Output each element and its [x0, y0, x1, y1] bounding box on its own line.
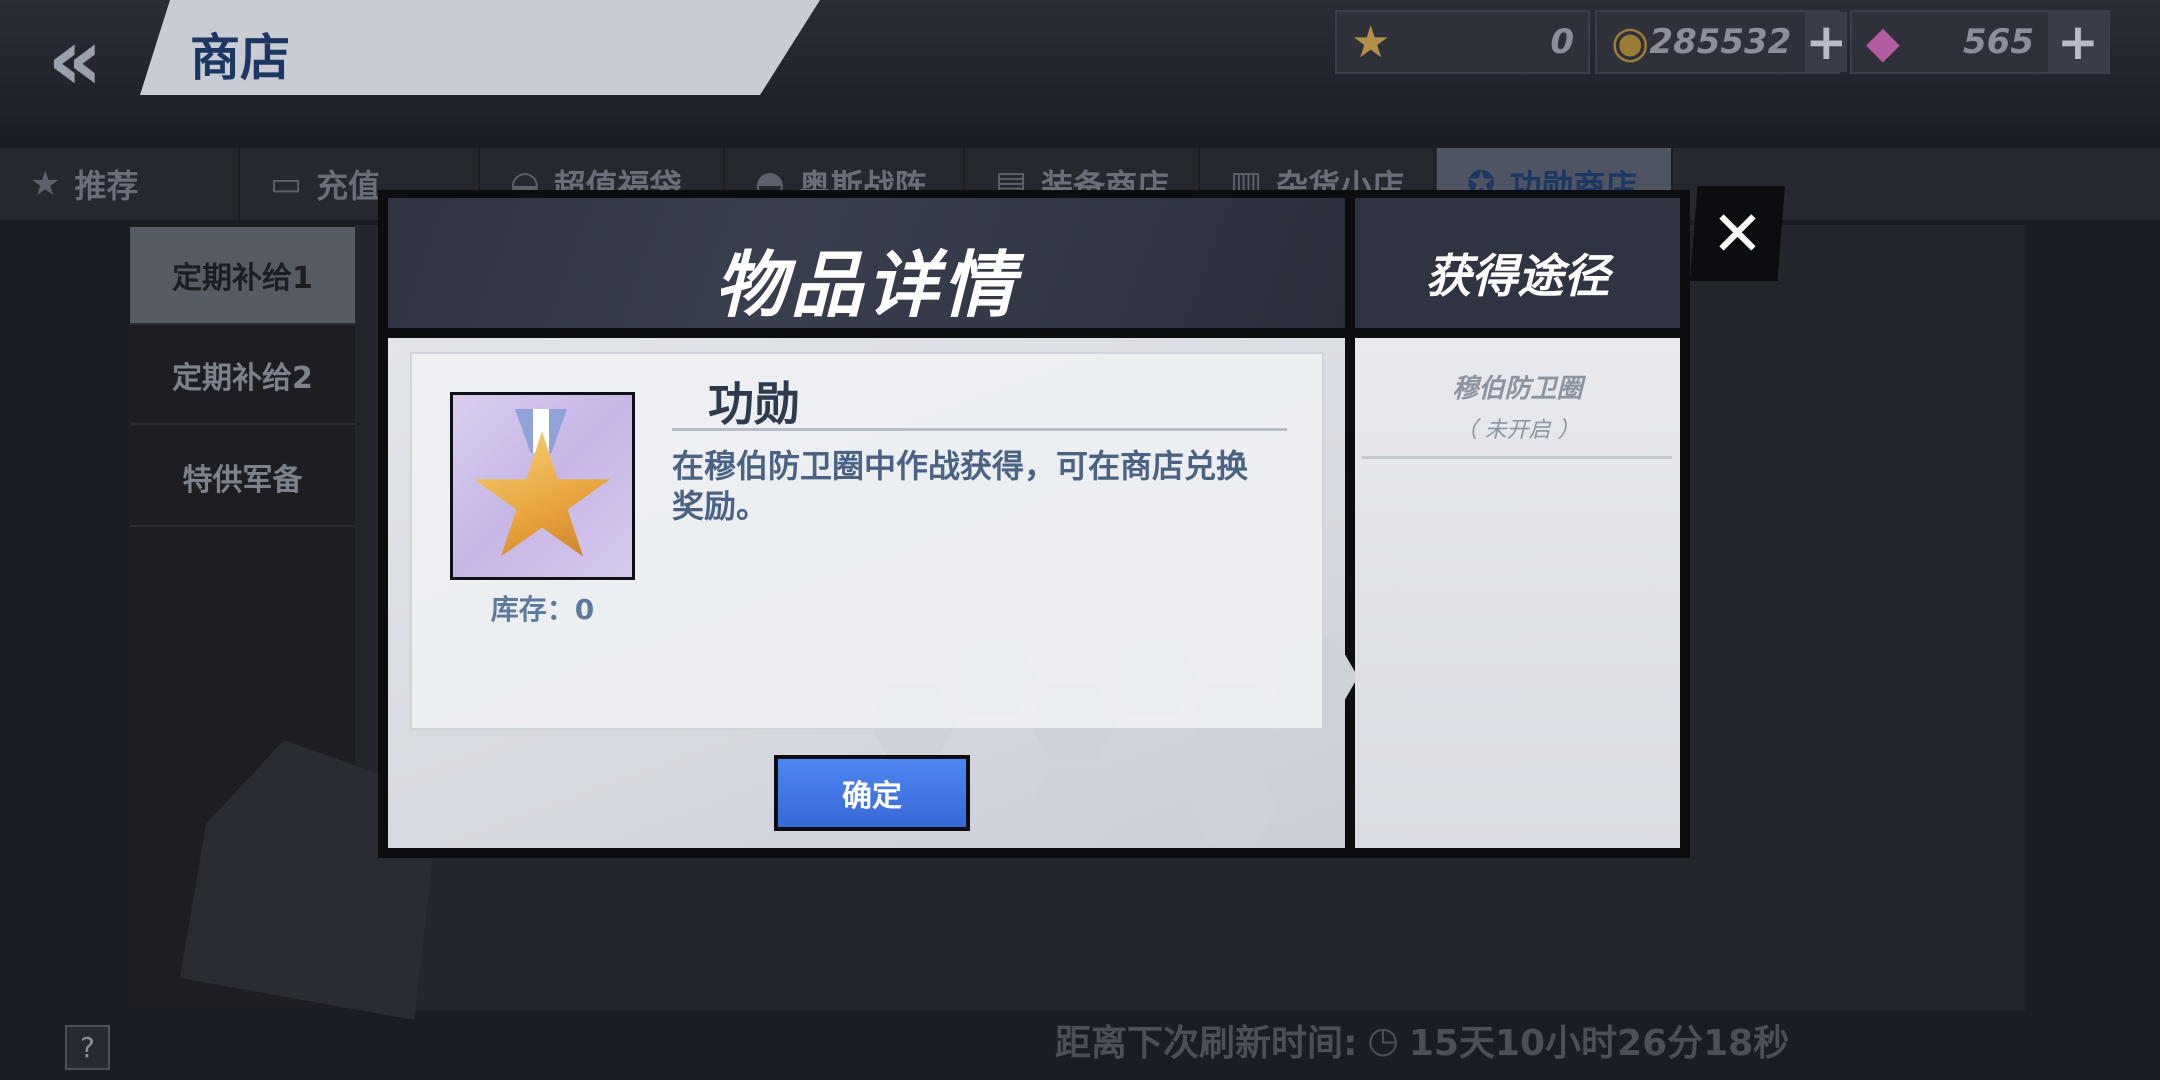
stock-label: 库存： — [490, 593, 575, 626]
sidebar-item-label: 定期补给1 — [172, 261, 313, 296]
merit-medal-icon — [453, 395, 632, 577]
wallet-icon: ▭ — [270, 164, 303, 204]
stock-value: 0 — [574, 593, 595, 626]
merit-currency: ★ 0 — [1335, 10, 1590, 74]
close-button[interactable]: ✕ — [1690, 186, 1785, 281]
item-description: 在穆伯防卫圈中作战获得，可在商店兑换奖励。 — [672, 447, 1249, 525]
source-item-name[interactable]: 穆伯防卫圈 — [1355, 368, 1680, 405]
gem-icon: ◆ — [1866, 16, 1900, 68]
add-gem-button[interactable]: + — [2048, 12, 2108, 72]
item-name: 功勋 — [708, 377, 800, 431]
clock-icon: ◷ — [1367, 1019, 1399, 1061]
sidebar-item-special-armament[interactable]: 特供军备 — [130, 429, 355, 527]
detail-header: 物品详情 — [388, 198, 1345, 328]
confirm-button-label: 确定 — [778, 759, 966, 827]
tab-label: 推荐 — [74, 167, 139, 205]
medal-star — [473, 431, 611, 557]
source-title: 获得途径 — [1425, 249, 1610, 303]
merit-value: 0 — [1550, 22, 1574, 62]
tab-recommend[interactable]: ★ 推荐 — [0, 148, 240, 220]
hex-decoration — [1188, 768, 1278, 846]
refresh-time: 15天10小时26分18秒 — [1408, 1023, 1790, 1064]
title-plate: 商店 — [140, 0, 820, 95]
gold-value: 285532 — [1649, 22, 1792, 62]
star-icon: ★ — [30, 164, 61, 204]
source-item-state: （ 未开启 ） — [1455, 418, 1580, 443]
help-button[interactable]: ? — [65, 1025, 110, 1070]
gem-currency: ◆ 565 + — [1850, 10, 2110, 74]
sidebar-item-label: 特供军备 — [182, 463, 303, 498]
refresh-label: 距离下次刷新时间: — [1055, 1023, 1358, 1064]
back-button[interactable]: « — [20, 17, 130, 103]
gem-value: 565 — [1963, 22, 2034, 62]
add-gold-button[interactable]: + — [1805, 12, 1848, 72]
gold-coin-icon: ◉ — [1611, 16, 1650, 68]
sidebar-item-label: 定期补给2 — [172, 361, 313, 396]
merit-medal-icon: ★ — [1351, 16, 1391, 68]
hex-decoration — [1028, 768, 1118, 846]
refresh-timer: 距离下次刷新时间: ◷ 15天10小时26分18秒 — [1055, 1012, 1789, 1068]
divider — [672, 428, 1287, 431]
modal-title: 物品详情 — [714, 243, 1019, 327]
sidebar-item-regular-supply-2[interactable]: 定期补给2 — [130, 327, 355, 425]
item-icon-frame — [450, 392, 635, 580]
sidebar-item-regular-supply-1[interactable]: 定期补给1 — [130, 227, 355, 325]
divider — [1362, 456, 1672, 459]
tab-label: 充值 — [316, 167, 381, 205]
gold-currency: ◉ 285532 + — [1595, 10, 1848, 74]
page-title: 商店 — [190, 29, 290, 87]
source-header: 获得途径 — [1355, 198, 1680, 328]
confirm-button[interactable]: 确定 — [774, 755, 970, 831]
item-stock: 库存：0 — [450, 588, 635, 628]
